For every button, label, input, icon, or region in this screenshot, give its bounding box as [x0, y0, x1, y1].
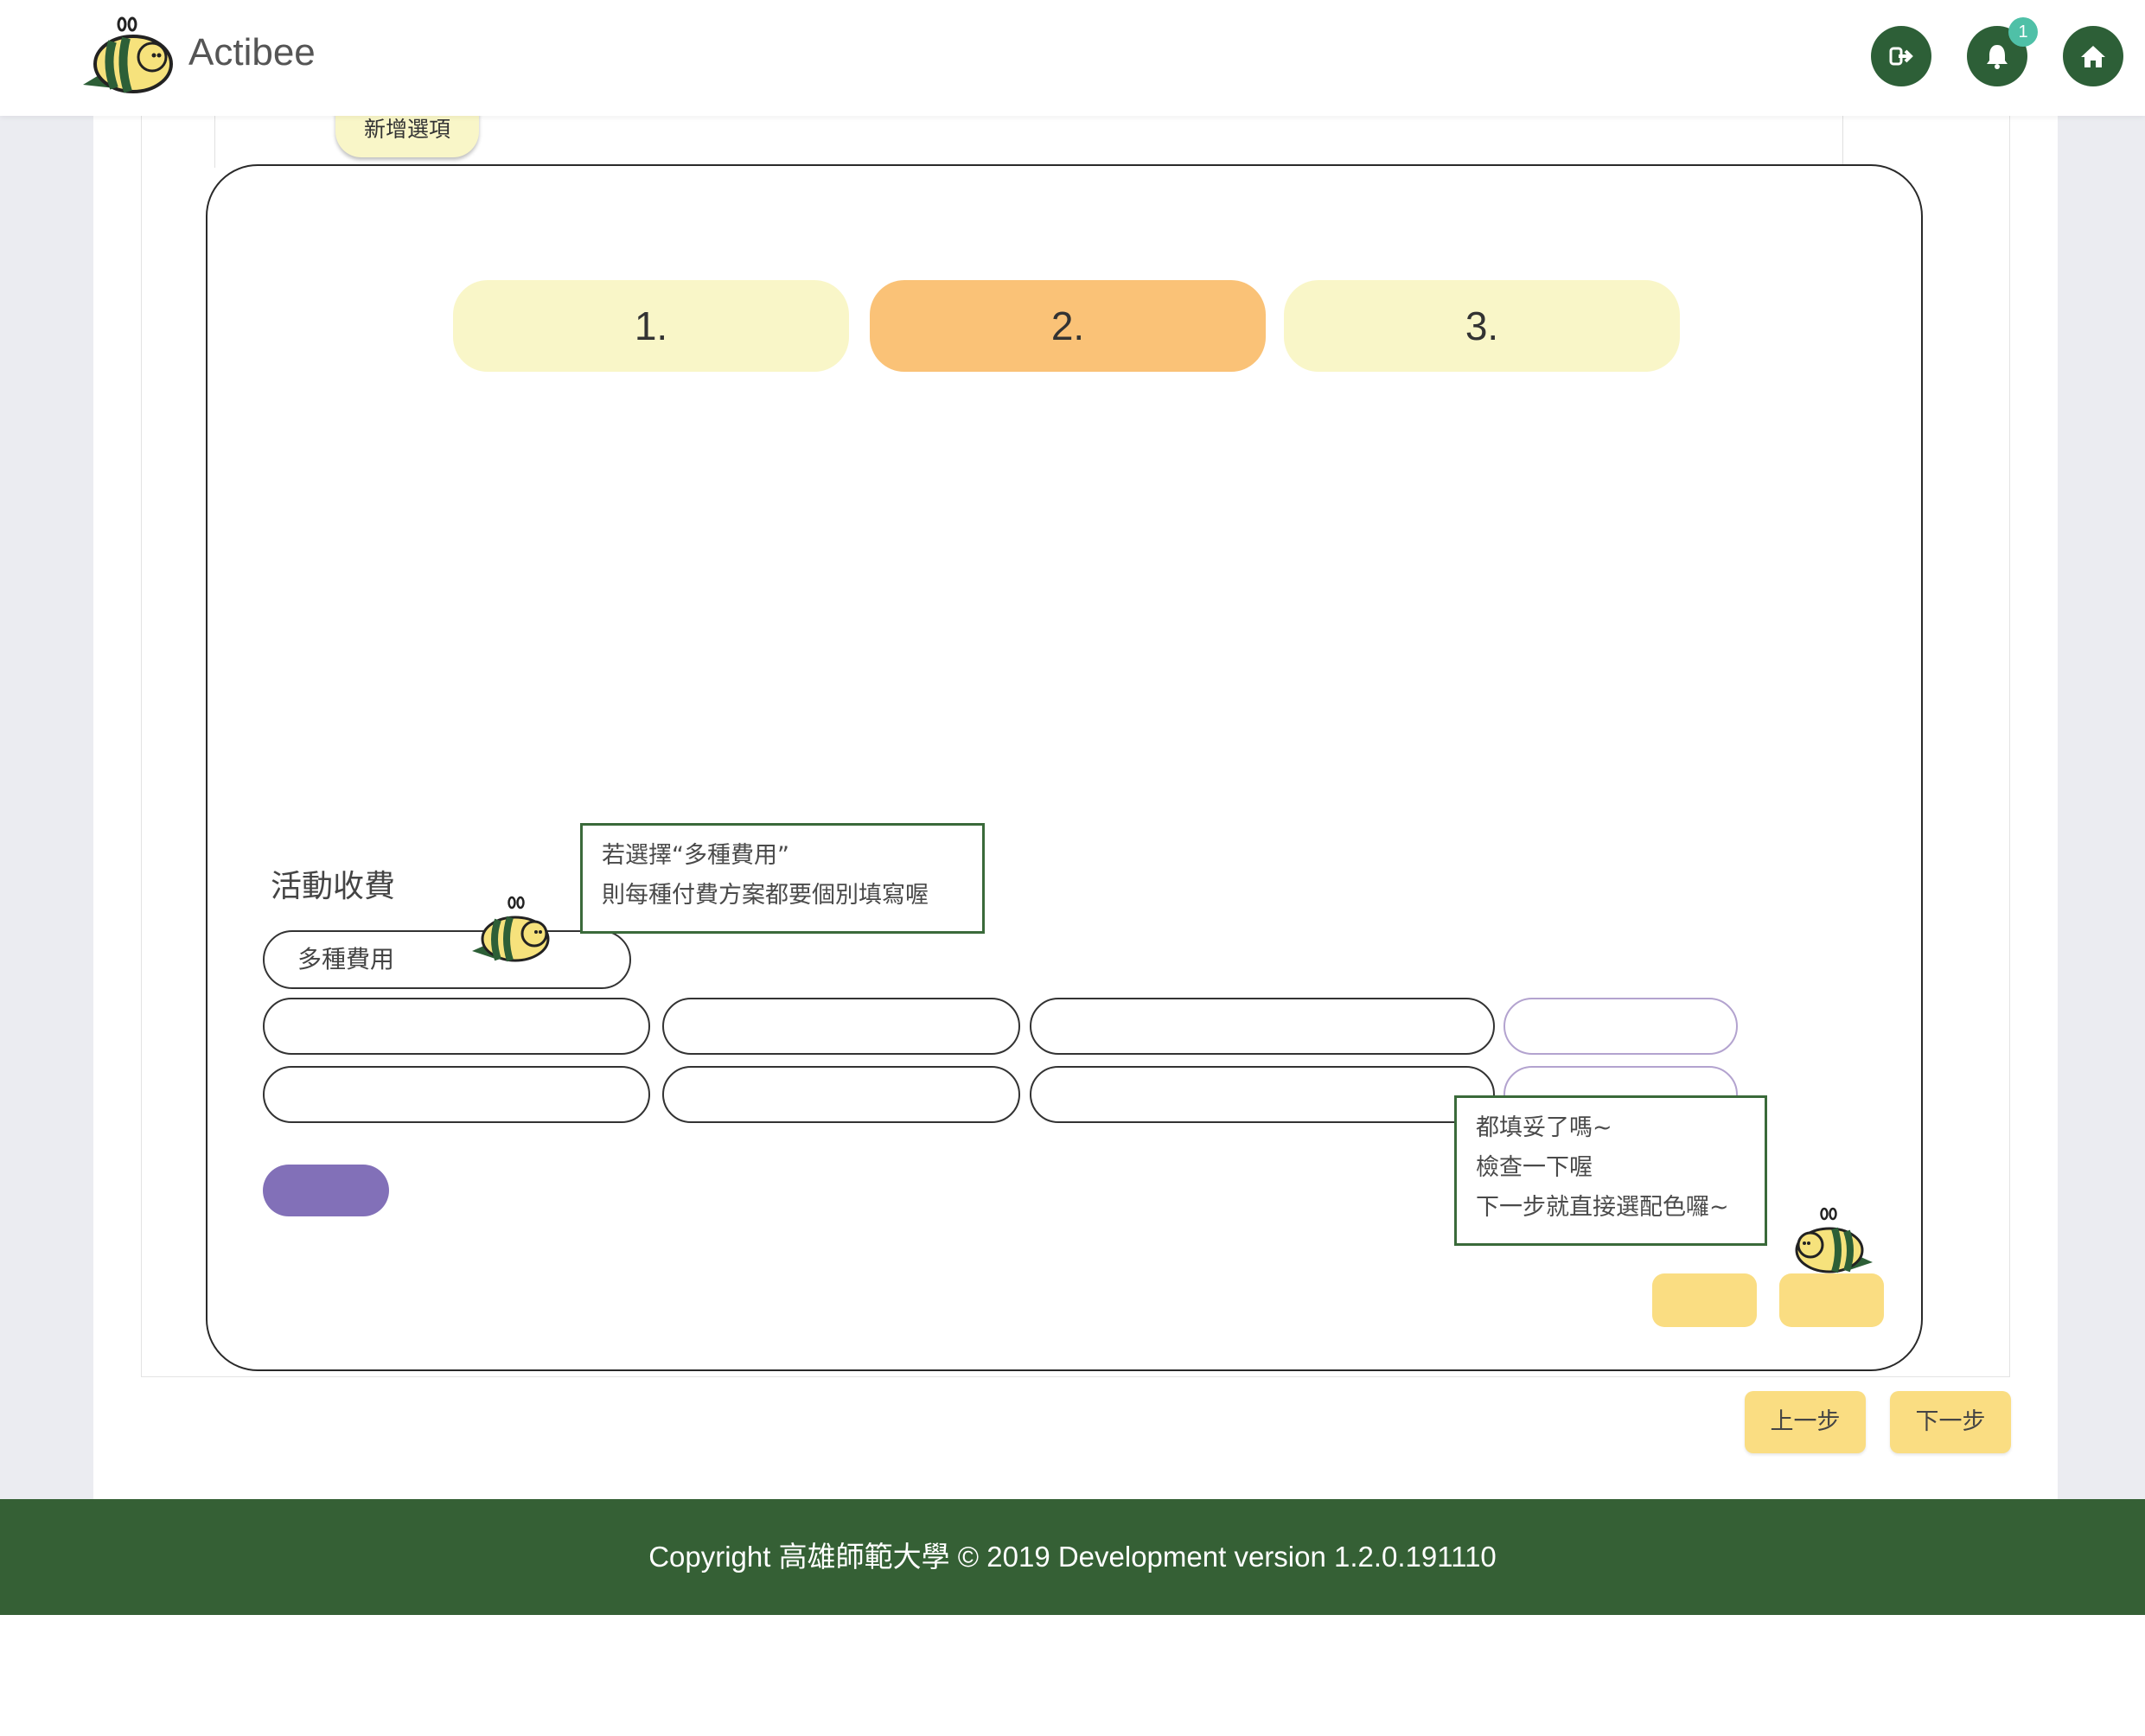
- check-tip-bubble: 都填妥了嗎~ 檢查一下喔 下一步就直接選配色囉~: [1454, 1095, 1767, 1246]
- logout-icon: [1889, 47, 1913, 66]
- fee-tip-bubble: 若選擇“多種費用” 則每種付費方案都要個別填寫喔: [580, 823, 985, 934]
- step-3[interactable]: 3.: [1284, 280, 1680, 372]
- fee-plan-note-input[interactable]: [1030, 1066, 1495, 1123]
- brand-name[interactable]: Actibee: [188, 31, 316, 74]
- tip-line: 則每種付費方案都要個別填寫喔: [602, 882, 929, 909]
- fee-plan-note-input[interactable]: [1030, 998, 1495, 1055]
- home-icon: [2081, 46, 2105, 67]
- fee-plan-amount-input[interactable]: [662, 998, 1020, 1055]
- card-action-button[interactable]: [1779, 1273, 1884, 1327]
- fee-label: 活動收費: [271, 869, 396, 904]
- bee-logo-icon[interactable]: [80, 14, 179, 93]
- add-fee-plan-button[interactable]: [263, 1165, 389, 1216]
- footer-copyright: Copyright 高雄師範大學 © 2019 Development vers…: [0, 1499, 2145, 1615]
- step-2[interactable]: 2.: [870, 280, 1266, 372]
- next-step-button[interactable]: 下一步: [1890, 1391, 2011, 1453]
- bee-mascot-icon: [472, 896, 550, 962]
- step-1[interactable]: 1.: [453, 280, 849, 372]
- notification-count-badge: 1: [2008, 17, 2038, 47]
- bell-icon: [1987, 45, 2008, 69]
- fee-plan-name-input[interactable]: [263, 998, 650, 1055]
- home-button[interactable]: [2063, 26, 2123, 86]
- fee-type-select[interactable]: 多種費用: [263, 930, 631, 989]
- tip-line: 檢查一下喔: [1476, 1154, 1593, 1181]
- tip-line: 都填妥了嗎~: [1476, 1114, 1612, 1141]
- fee-plan-name-input[interactable]: [263, 1066, 650, 1123]
- logout-button[interactable]: [1871, 26, 1931, 86]
- divider: [1842, 116, 1843, 168]
- bee-mascot-icon: [1795, 1207, 1873, 1273]
- prev-step-button[interactable]: 上一步: [1745, 1391, 1866, 1453]
- top-navbar: Actibee 1: [0, 0, 2145, 116]
- divider: [214, 116, 215, 168]
- fee-plan-extra-input[interactable]: [1503, 998, 1738, 1055]
- card-action-button[interactable]: [1652, 1273, 1757, 1327]
- tip-line: 下一步就直接選配色囉~: [1476, 1194, 1729, 1221]
- fee-plan-amount-input[interactable]: [662, 1066, 1020, 1123]
- tip-line: 若選擇“多種費用”: [602, 842, 789, 869]
